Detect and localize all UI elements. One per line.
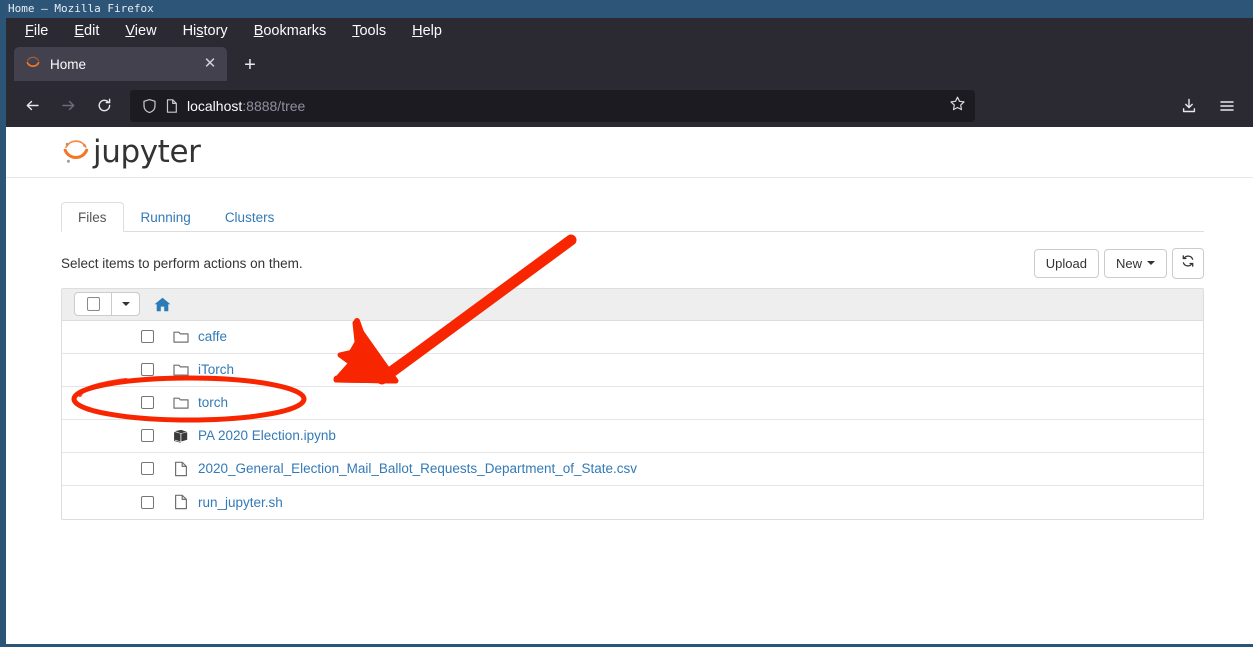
folder-icon (173, 396, 189, 410)
table-row[interactable]: iTorch (62, 354, 1203, 387)
url-text[interactable]: localhost:8888/tree (187, 98, 941, 114)
shield-icon[interactable] (142, 98, 157, 114)
home-icon[interactable] (154, 297, 171, 312)
table-row[interactable]: caffe (62, 321, 1203, 354)
chevron-down-icon (1147, 261, 1155, 266)
jupyter-action-bar: Select items to perform actions on them.… (61, 248, 1204, 279)
menu-history[interactable]: History (172, 20, 239, 42)
new-dropdown-button[interactable]: New (1103, 248, 1167, 279)
file-link[interactable]: 2020_General_Election_Mail_Ballot_Reques… (198, 461, 637, 476)
refresh-button[interactable] (1172, 248, 1204, 279)
menu-bookmarks[interactable]: Bookmarks (243, 20, 338, 42)
folder-icon (173, 330, 189, 344)
chevron-down-icon (121, 302, 130, 307)
jupyter-wordmark: jupyter (93, 133, 201, 170)
file-link[interactable]: PA 2020 Election.ipynb (198, 428, 336, 443)
table-row[interactable]: torch (62, 387, 1203, 420)
hamburger-menu-icon[interactable] (1211, 90, 1243, 122)
toolbar-right-actions (1173, 90, 1243, 122)
tab-files[interactable]: Files (61, 201, 124, 232)
menu-help[interactable]: Help (401, 20, 453, 42)
select-dropdown-button[interactable] (112, 292, 140, 317)
tab-strip: Home ✕ + (6, 44, 1253, 84)
row-checkbox[interactable] (141, 462, 154, 476)
file-link[interactable]: torch (198, 395, 228, 410)
jupyter-logo[interactable]: jupyter (61, 133, 201, 170)
file-browser-list: caffe iTorch torch PA 2020 Election.ipyn… (61, 287, 1204, 520)
new-button-label: New (1115, 255, 1142, 271)
plus-icon[interactable]: + (235, 51, 265, 81)
file-icon (173, 494, 189, 510)
window-title: Home — Mozilla Firefox (8, 2, 154, 15)
file-link[interactable]: run_jupyter.sh (198, 495, 283, 510)
row-checkbox[interactable] (141, 396, 154, 410)
upload-button[interactable]: Upload (1033, 248, 1099, 279)
forward-arrow-icon[interactable] (52, 90, 84, 122)
url-host: localhost (187, 97, 243, 114)
table-row[interactable]: 2020_General_Election_Mail_Ballot_Reques… (62, 453, 1203, 486)
tab-running[interactable]: Running (124, 202, 208, 233)
selection-hint: Select items to perform actions on them. (61, 255, 303, 271)
notebook-icon (173, 429, 189, 443)
table-row[interactable]: PA 2020 Election.ipynb (62, 420, 1203, 453)
browser-window: Home — Mozilla Firefox File Edit View Hi… (0, 0, 1253, 647)
menu-view[interactable]: View (114, 20, 167, 42)
jupyter-body: Files Running Clusters Select items to p… (6, 199, 1253, 520)
downloads-icon[interactable] (1173, 90, 1205, 122)
row-checkbox[interactable] (141, 495, 154, 509)
file-link[interactable]: caffe (198, 329, 227, 344)
window-titlebar: Home — Mozilla Firefox (3, 0, 1250, 18)
checkbox-box (86, 297, 100, 312)
action-buttons: Upload New (1033, 248, 1204, 279)
menu-edit[interactable]: Edit (63, 20, 110, 42)
browser-chrome: File Edit View History Bookmarks Tools H… (6, 18, 1253, 644)
table-row[interactable]: run_jupyter.sh (62, 486, 1203, 519)
navigation-toolbar: localhost:8888/tree (6, 84, 1253, 127)
select-all-checkbox[interactable] (74, 292, 112, 317)
page-info-icon[interactable] (165, 98, 179, 114)
jupyter-logo-icon (61, 136, 91, 168)
file-icon (173, 461, 189, 477)
row-checkbox[interactable] (141, 429, 154, 443)
close-icon[interactable]: ✕ (201, 55, 219, 73)
menu-tools[interactable]: Tools (341, 20, 397, 42)
row-checkbox[interactable] (141, 363, 154, 377)
refresh-icon (1181, 254, 1195, 273)
jupyter-header: jupyter (6, 127, 1253, 178)
row-checkbox[interactable] (141, 330, 154, 344)
folder-icon (173, 363, 189, 377)
jupyter-tab-bar: Files Running Clusters (61, 199, 1204, 232)
tab-clusters[interactable]: Clusters (208, 202, 292, 233)
url-bar[interactable]: localhost:8888/tree (130, 89, 975, 122)
back-arrow-icon[interactable] (16, 90, 48, 122)
upload-button-label: Upload (1045, 255, 1087, 271)
tab-title: Home (50, 56, 87, 72)
reload-icon[interactable] (88, 90, 120, 122)
page-viewport: jupyter Files Running Clusters Select it… (6, 127, 1253, 644)
menubar: File Edit View History Bookmarks Tools H… (6, 18, 1253, 44)
file-link[interactable]: iTorch (198, 362, 234, 377)
url-path: :8888/tree (242, 97, 306, 114)
star-icon[interactable] (949, 95, 966, 117)
menu-file[interactable]: File (14, 20, 59, 42)
jupyter-favicon-icon (25, 56, 41, 72)
browser-tab-home[interactable]: Home ✕ (14, 47, 227, 81)
file-list-header (62, 288, 1203, 321)
